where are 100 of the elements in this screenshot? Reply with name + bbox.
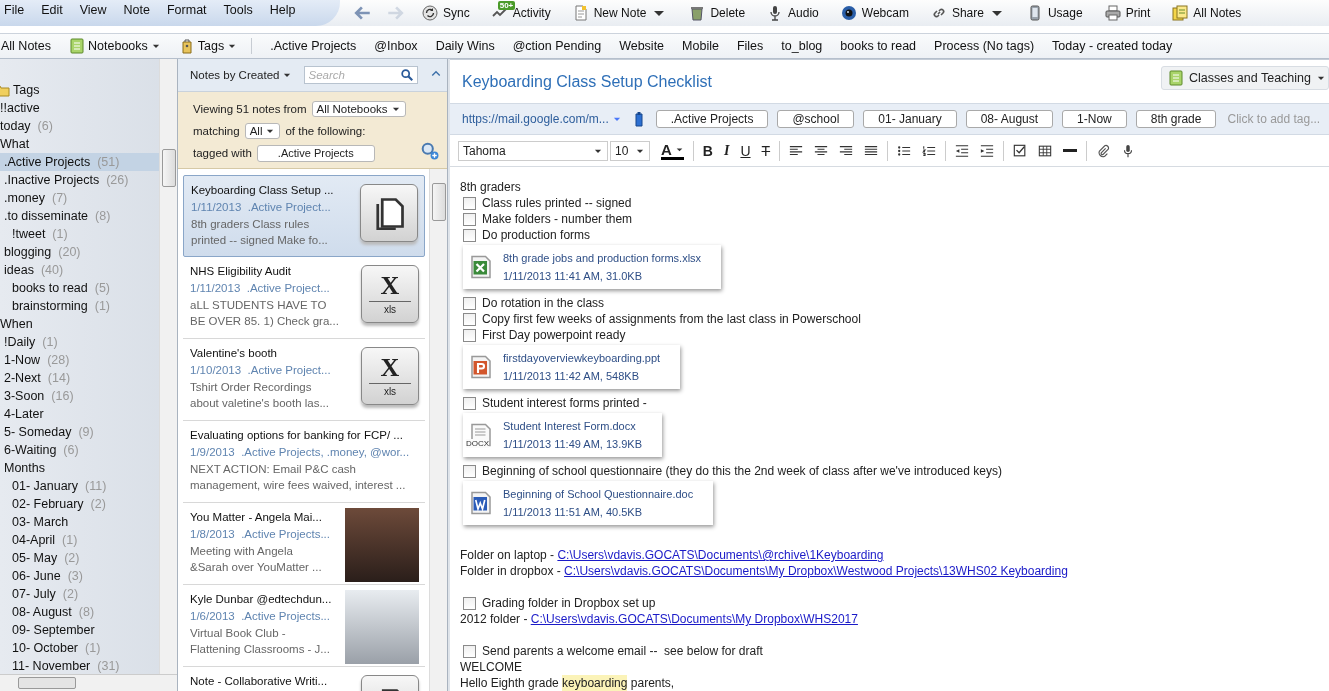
tag-item[interactable]: 05- May (2) [0, 549, 160, 567]
tag-item[interactable]: 04-April (1) [0, 531, 160, 549]
sort-dropdown[interactable]: Notes by Created [190, 69, 292, 81]
search-field[interactable]: Search [303, 66, 418, 84]
checkbox[interactable] [463, 312, 476, 326]
tag-item[interactable]: !!active [0, 99, 160, 117]
shortcut-link[interactable]: Daily Wins [435, 39, 495, 53]
checkbox[interactable] [463, 596, 476, 610]
tag-item[interactable]: 06- June (3) [0, 567, 160, 585]
attachment-card[interactable]: Beginning of School Questionnaire.doc 1/11/2013 11:51 AM, 40.5KB [463, 481, 714, 525]
shortcut-link[interactable]: books to read [840, 39, 917, 53]
align-center-button[interactable] [814, 143, 829, 158]
tag-item[interactable]: 11- November (31) [0, 657, 160, 675]
shortcut-link[interactable]: Process (No tags) [934, 39, 1035, 53]
menu-item[interactable]: Help [261, 0, 305, 17]
align-left-button[interactable] [789, 143, 804, 158]
folder-link[interactable]: C:\Users\vdavis.GOCATS\Documents\My Dropbox\Westwood Projects\13WHS02 Keyboarding [564, 563, 1068, 579]
usage-button[interactable]: Usage [1016, 3, 1093, 23]
tag-item[interactable]: .Active Projects (51) [0, 153, 160, 171]
indent-button[interactable] [980, 143, 995, 158]
share-button[interactable]: Share [920, 3, 1015, 23]
tag-item[interactable]: When [0, 315, 160, 333]
tag-item[interactable]: 6-Waiting (6) [0, 441, 160, 459]
webcam-button[interactable]: Webcam [830, 3, 919, 23]
menu-item[interactable]: Edit [33, 0, 72, 17]
tag-item[interactable]: 09- September [0, 621, 160, 639]
outdent-button[interactable] [955, 143, 970, 158]
checkbox[interactable] [463, 196, 476, 210]
note-card[interactable]: Kyle Dunbar @edtechdun... 1/6/2013 .Active Projects... Virtual Book Club - Flattening Classrooms - J... [183, 585, 425, 667]
tag-item[interactable]: 1-Now (28) [0, 351, 160, 369]
tag-chip[interactable]: .Active Projects [655, 110, 769, 129]
underline-button[interactable]: U [740, 142, 751, 159]
checkbox[interactable] [463, 296, 476, 310]
shortcut-link[interactable]: @ction Pending [512, 39, 602, 53]
tag-item[interactable]: Months [0, 459, 160, 477]
scrollbar[interactable] [429, 169, 447, 691]
checkbox[interactable] [463, 464, 476, 478]
tag-item[interactable]: 07- July (2) [0, 585, 160, 603]
sync-button[interactable]: Sync [412, 3, 480, 23]
tag-item[interactable]: What [0, 135, 160, 153]
menu-item[interactable]: File [0, 0, 34, 17]
bullets-button[interactable] [897, 143, 912, 158]
all-notes-button[interactable]: All Notes [1162, 3, 1252, 23]
numbers-button[interactable] [922, 143, 937, 158]
font-size-dropdown[interactable]: 10 [610, 140, 650, 161]
horizontal-rule-button[interactable] [1063, 149, 1078, 153]
audio-button[interactable]: Audio [757, 3, 829, 23]
tag-chip[interactable]: 01- January [863, 110, 957, 129]
menu-item[interactable]: Tools [215, 0, 262, 17]
tags-menu[interactable]: Tags [178, 38, 253, 54]
tag-chip[interactable]: 1-Now [1062, 110, 1127, 129]
note-card[interactable]: Keyboarding Class Setup ... 1/11/2013 .Active Project... 8th graders Class rules printed -- signed Make fo... [183, 175, 425, 257]
checkbox[interactable] [463, 396, 476, 410]
checkbox-button[interactable] [1013, 143, 1028, 158]
tag-item[interactable]: .money (7) [0, 189, 160, 207]
notebooks-menu[interactable]: Notebooks [69, 38, 161, 54]
text-color-button[interactable]: A [661, 141, 684, 160]
checkbox[interactable] [463, 644, 476, 658]
checkbox[interactable] [463, 328, 476, 342]
font-dropdown[interactable]: Tahoma [458, 140, 608, 161]
source-url[interactable]: https://mail.google.com/m... [462, 112, 609, 127]
tag-item[interactable]: blogging (20) [0, 243, 160, 261]
note-card[interactable]: Valentine's booth 1/10/2013 .Active Project... Tshirt Order Recordings about valetine's booth las... X xls [183, 339, 425, 421]
tag-chip[interactable]: .Active Projects [256, 144, 375, 162]
shortcut-link[interactable]: @Inbox [374, 39, 418, 53]
shortcut-link[interactable]: Today - created today [1052, 39, 1173, 53]
shortcut-link[interactable]: Files [736, 39, 764, 53]
tag-item[interactable]: 3-Soon (16) [0, 387, 160, 405]
menu-item[interactable]: Note [115, 0, 159, 17]
notebook-dropdown[interactable]: Classes and Teaching [1160, 66, 1329, 90]
checkbox[interactable] [463, 228, 476, 242]
tag-item[interactable]: 10- October (1) [0, 639, 160, 657]
note-card[interactable]: Note - Collaborative Writi... [183, 667, 425, 691]
shortcut-link[interactable]: to_blog [781, 39, 823, 53]
tag-item[interactable]: books to read (5) [0, 279, 160, 297]
tag-item[interactable]: brainstorming (1) [0, 297, 160, 315]
note-card[interactable]: Evaluating options for banking for FCP/ ... 1/9/2013 .Active Projects, .money, @wor... NEXT ACTION: Email P&C cash management, wire fees waived, interest ... [183, 421, 425, 503]
shortcut-link[interactable]: Website [619, 39, 665, 53]
shortcut-link[interactable]: .Active Projects [270, 39, 357, 53]
tag-chip[interactable]: 8th grade [1135, 110, 1217, 129]
match-dropdown[interactable]: All [244, 123, 281, 139]
new-note-button[interactable]: New Note [562, 3, 678, 23]
attachment-card[interactable]: 8th grade jobs and production forms.xlsx 1/11/2013 11:41 AM, 31.0KB [463, 245, 722, 289]
tag-item[interactable]: 08- August (8) [0, 603, 160, 621]
tag-item[interactable]: today (6) [0, 117, 160, 135]
menu-item[interactable]: Format [159, 0, 216, 17]
tag-item[interactable]: ideas (40) [0, 261, 160, 279]
tag-item[interactable]: !Daily (1) [0, 333, 160, 351]
note-card[interactable]: You Matter - Angela Mai... 1/8/2013 .Active Projects... Meeting with Angela &Sarah over YouMatter ... [183, 503, 425, 585]
tag-chip[interactable]: @school [777, 110, 855, 129]
attachment-card[interactable]: DOCX Student Interest Form.docx 1/11/2013 11:49 AM, 13.9KB [463, 413, 663, 457]
tag-item[interactable]: 01- January (11) [0, 477, 160, 495]
note-card[interactable]: NHS Eligibility Audit 1/11/2013 .Active Project... aLL STUDENTS HAVE TO BE OVER 85. 1) Check gra... X xls [183, 257, 425, 339]
bold-button[interactable]: B [702, 142, 713, 159]
align-right-button[interactable] [839, 143, 854, 158]
folder-link[interactable]: C:\Users\vdavis.GOCATS\Documents\@rchive\1Keyboarding [557, 547, 884, 563]
tag-item[interactable]: 03- March [0, 513, 160, 531]
attachment-card[interactable]: firstdayoverviewkeyboarding.ppt 1/11/2013 11:42 AM, 548KB [463, 345, 681, 389]
strikethrough-button[interactable]: T [761, 142, 771, 159]
tag-input[interactable]: Click to add tag... [1225, 111, 1329, 128]
